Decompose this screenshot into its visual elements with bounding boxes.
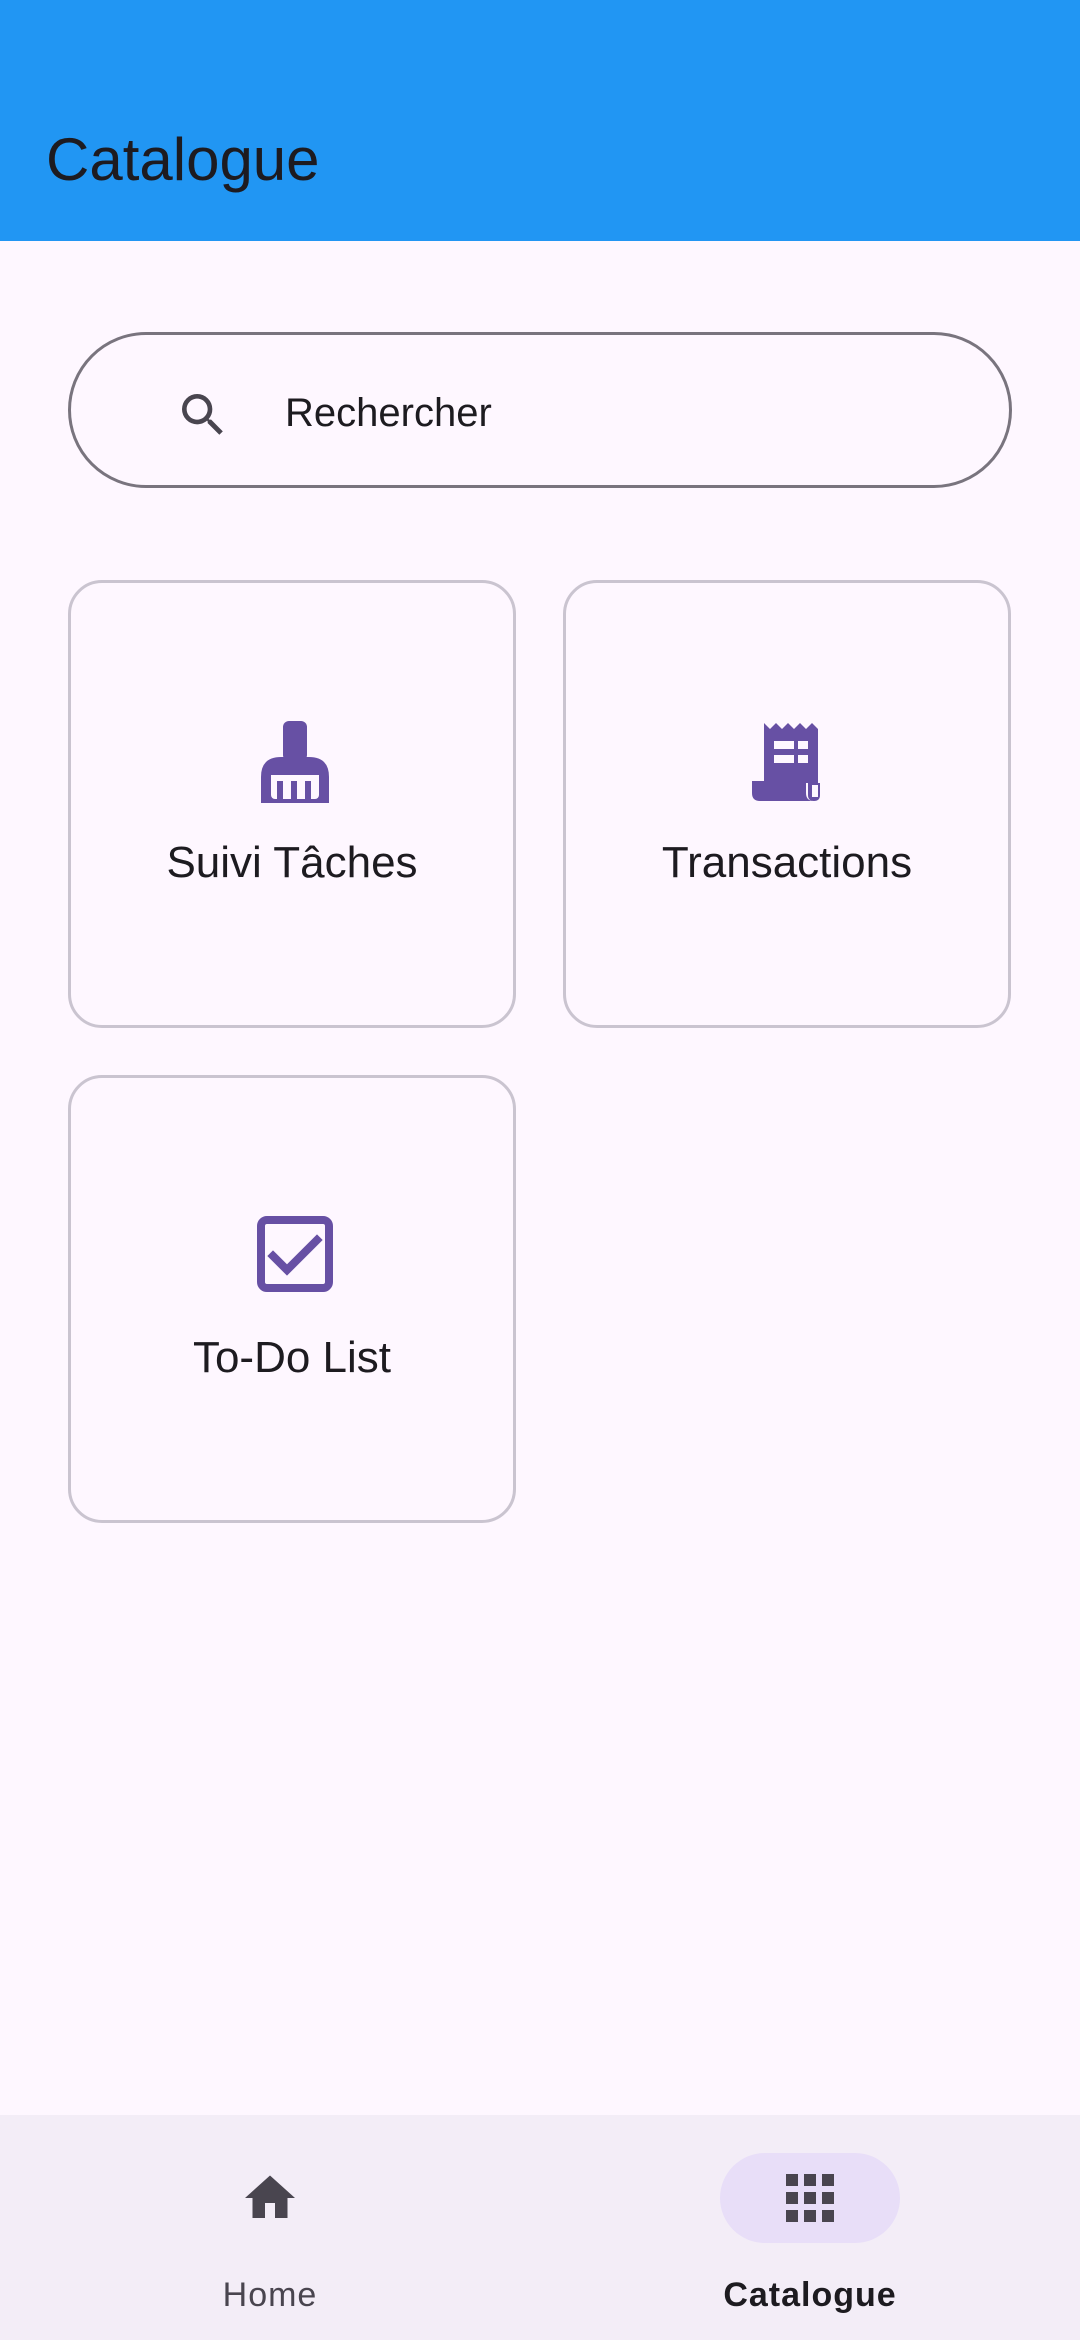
card-label: To-Do List <box>192 1333 392 1382</box>
page-title: Catalogue <box>46 126 320 193</box>
bottom-navigation: Home Catalogue <box>0 2115 1080 2340</box>
checkbox-icon <box>255 1214 335 1298</box>
nav-label-catalogue: Catalogue <box>723 2276 897 2314</box>
app-bar: Catalogue <box>0 0 1080 241</box>
nav-label-home: Home <box>222 2276 318 2314</box>
search-icon <box>175 387 231 443</box>
catalogue-card-todo-list[interactable]: To-Do List <box>68 1075 516 1523</box>
apps-grid-icon <box>780 2168 840 2228</box>
search-bar[interactable]: Rechercher <box>68 332 1012 488</box>
card-label: Transactions <box>661 838 913 887</box>
nav-item-home[interactable]: Home <box>0 2115 540 2340</box>
home-icon <box>240 2168 300 2228</box>
search-input[interactable]: Rechercher <box>285 387 492 439</box>
catalogue-card-suivi-taches[interactable]: Suivi Tâches <box>68 580 516 1028</box>
catalogue-screen: Catalogue Rechercher Suivi Tâches Transa… <box>0 0 1080 2340</box>
nav-item-catalogue[interactable]: Catalogue <box>540 2115 1080 2340</box>
catalogue-card-transactions[interactable]: Transactions <box>563 580 1011 1028</box>
card-label: Suivi Tâches <box>166 838 418 887</box>
receipt-icon <box>750 719 830 803</box>
broom-icon <box>255 719 335 803</box>
